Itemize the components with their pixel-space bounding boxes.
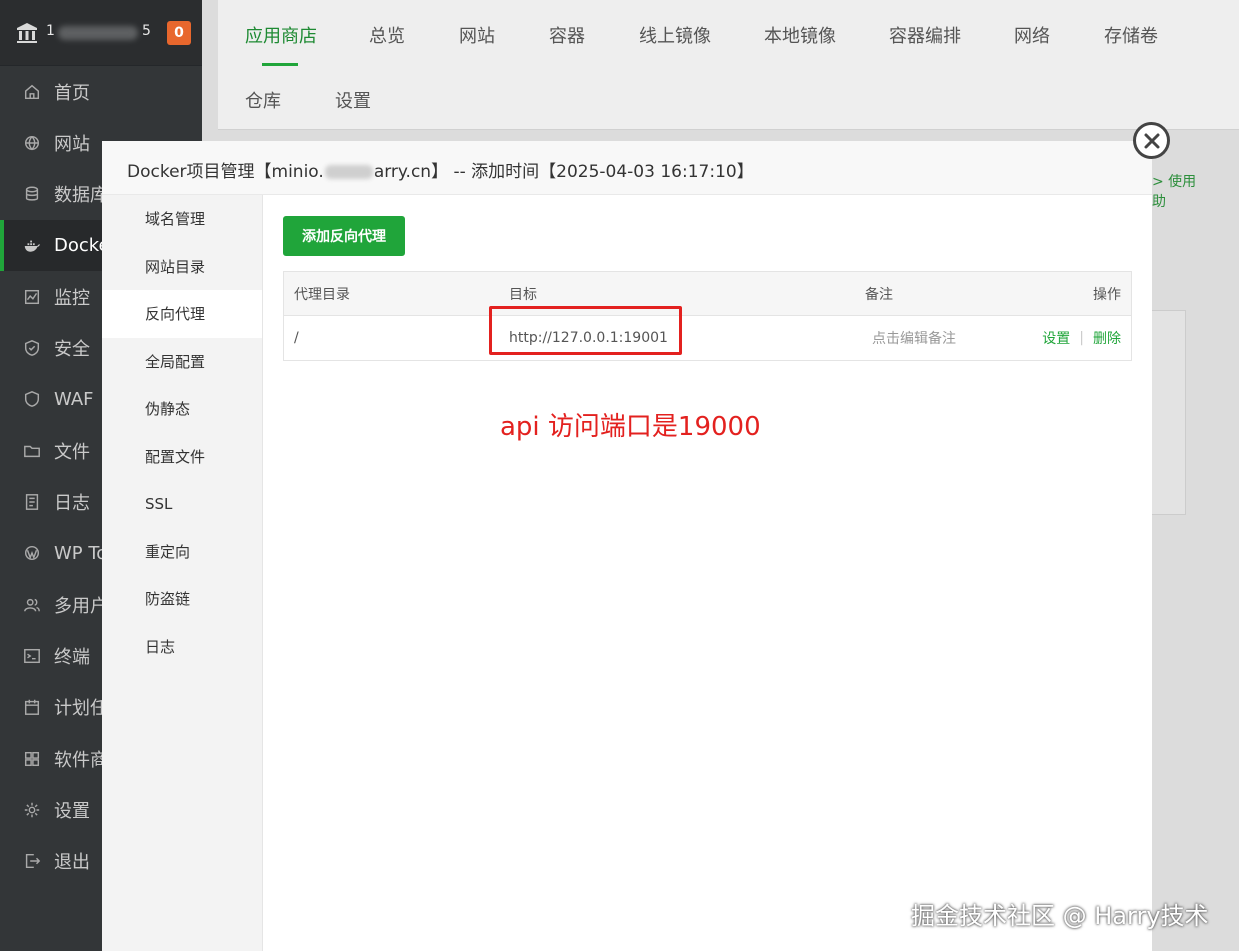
logo-redacted bbox=[58, 26, 138, 40]
sidebar-item-label: 数据库 bbox=[54, 185, 108, 207]
log-icon bbox=[22, 492, 42, 512]
background-help-line1: > 使用 bbox=[1152, 174, 1197, 190]
menu-rewrite[interactable]: 伪静态 bbox=[102, 385, 262, 433]
tab-local-images[interactable]: 本地镜像 bbox=[764, 22, 836, 48]
active-tab-indicator bbox=[262, 63, 298, 66]
menu-reverse-proxy[interactable]: 反向代理 bbox=[102, 290, 262, 338]
shield-icon bbox=[22, 338, 42, 358]
menu-hotlink-protection[interactable]: 防盗链 bbox=[102, 575, 262, 623]
menu-logs[interactable]: 日志 bbox=[102, 623, 262, 671]
folder-icon bbox=[22, 441, 42, 461]
sidebar-item-label: 监控 bbox=[54, 287, 90, 309]
docker-icon bbox=[22, 236, 42, 256]
terminal-icon bbox=[22, 646, 42, 666]
title-redacted bbox=[324, 165, 373, 179]
menu-redirect[interactable]: 重定向 bbox=[102, 528, 262, 576]
close-icon bbox=[1144, 133, 1159, 148]
cell-proxy-dir: / bbox=[294, 330, 299, 346]
docker-project-modal: Docker项目管理【minio. arry.cn】 -- 添加时间【2025-0… bbox=[102, 141, 1152, 951]
tab-app-store[interactable]: 应用商店 bbox=[245, 22, 317, 48]
menu-config-file[interactable]: 配置文件 bbox=[102, 433, 262, 481]
waf-shield-icon bbox=[22, 389, 42, 409]
monitor-icon bbox=[22, 287, 42, 307]
tab-online-images[interactable]: 线上镜像 bbox=[639, 22, 711, 48]
header-actions: 操作 bbox=[1093, 287, 1121, 303]
modal-title-prefix: Docker项目管理【minio. bbox=[127, 162, 324, 182]
sidebar-logo[interactable]: 1 5 0 bbox=[0, 0, 202, 66]
wordpress-icon bbox=[22, 543, 42, 563]
notification-badge[interactable]: 0 bbox=[167, 21, 191, 45]
globe-icon bbox=[22, 133, 42, 153]
docker-tabs-bar: 应用商店 总览 网站 容器 线上镜像 本地镜像 容器编排 网络 存储卷 仓库 设… bbox=[218, 0, 1239, 130]
table-row: / http://127.0.0.1:19001 点击编辑备注 设置 | 删除 bbox=[284, 316, 1131, 360]
modal-side-menu: 域名管理 网站目录 反向代理 全局配置 伪静态 配置文件 SSL 重定向 防盗链… bbox=[102, 195, 263, 951]
apps-icon bbox=[22, 749, 42, 769]
sidebar-item-label: 软件商 bbox=[54, 749, 108, 771]
settings-link[interactable]: 设置 bbox=[1042, 328, 1070, 348]
background-panel bbox=[1152, 310, 1186, 515]
header-note: 备注 bbox=[865, 287, 893, 303]
action-separator: | bbox=[1079, 330, 1084, 346]
sidebar-item-label: WAF bbox=[54, 388, 94, 410]
logo-icon bbox=[17, 23, 37, 43]
logout-icon bbox=[22, 851, 42, 871]
sidebar-item-label: 日志 bbox=[54, 493, 90, 515]
menu-global-config[interactable]: 全局配置 bbox=[102, 338, 262, 386]
background-help-line2: 助 bbox=[1152, 194, 1166, 210]
add-reverse-proxy-button[interactable]: 添加反向代理 bbox=[283, 216, 405, 256]
home-icon bbox=[22, 82, 42, 102]
menu-domain-management[interactable]: 域名管理 bbox=[102, 195, 262, 243]
sidebar-item-label: 退出 bbox=[54, 852, 90, 874]
tab-network[interactable]: 网络 bbox=[1014, 22, 1050, 48]
sidebar-item-label: 文件 bbox=[54, 441, 90, 463]
port-annotation: api 访问端口是19000 bbox=[500, 412, 761, 442]
edit-note-link[interactable]: 点击编辑备注 bbox=[872, 316, 956, 360]
sidebar-item-label: 网站 bbox=[54, 133, 90, 155]
sidebar-item-label: 安全 bbox=[54, 339, 90, 361]
calendar-icon bbox=[22, 697, 42, 717]
delete-link[interactable]: 删除 bbox=[1093, 328, 1121, 348]
sidebar-item-label: 首页 bbox=[54, 82, 90, 104]
tab-registry[interactable]: 仓库 bbox=[245, 87, 281, 113]
header-proxy-dir: 代理目录 bbox=[294, 287, 350, 303]
sidebar-item-label: 计划任 bbox=[54, 698, 108, 720]
table-header: 代理目录 目标 备注 操作 bbox=[284, 272, 1131, 316]
tab-websites[interactable]: 网站 bbox=[459, 22, 495, 48]
tab-settings[interactable]: 设置 bbox=[335, 87, 371, 113]
logo-text-suffix: 5 bbox=[142, 23, 151, 39]
logo-text-prefix: 1 bbox=[46, 23, 55, 39]
gear-icon bbox=[22, 800, 42, 820]
background-help-link: > 使用 助 bbox=[1152, 172, 1196, 212]
sidebar-item-home[interactable]: 首页 bbox=[0, 66, 202, 117]
modal-close-button[interactable] bbox=[1133, 122, 1170, 159]
sidebar-item-label: 设置 bbox=[54, 800, 90, 822]
tab-compose[interactable]: 容器编排 bbox=[889, 22, 961, 48]
sidebar-item-label: 多用户 bbox=[54, 595, 108, 617]
modal-content: 添加反向代理 代理目录 目标 备注 操作 / http://127.0.0.1:… bbox=[263, 195, 1152, 951]
tab-volumes[interactable]: 存储卷 bbox=[1104, 22, 1158, 48]
tab-containers[interactable]: 容器 bbox=[549, 22, 585, 48]
modal-header: Docker项目管理【minio. arry.cn】 -- 添加时间【2025-0… bbox=[102, 141, 1152, 195]
menu-site-directory[interactable]: 网站目录 bbox=[102, 243, 262, 291]
sidebar-item-label: WP To bbox=[54, 542, 108, 564]
database-icon bbox=[22, 184, 42, 204]
modal-title-suffix: arry.cn】 -- 添加时间【2025-04-03 16:17:10】 bbox=[373, 162, 754, 182]
sidebar-item-label: 终端 bbox=[54, 646, 90, 668]
highlight-box bbox=[489, 306, 682, 355]
menu-ssl[interactable]: SSL bbox=[102, 480, 262, 528]
modal-title: Docker项目管理【minio. arry.cn】 -- 添加时间【2025-0… bbox=[127, 157, 754, 182]
proxy-table: 代理目录 目标 备注 操作 / http://127.0.0.1:19001 点… bbox=[283, 271, 1132, 361]
row-actions: 设置 | 删除 bbox=[1042, 316, 1121, 360]
users-icon bbox=[22, 595, 42, 615]
watermark: 掘金技术社区 @ Harry技术 bbox=[911, 902, 1209, 930]
tab-overview[interactable]: 总览 bbox=[369, 22, 405, 48]
